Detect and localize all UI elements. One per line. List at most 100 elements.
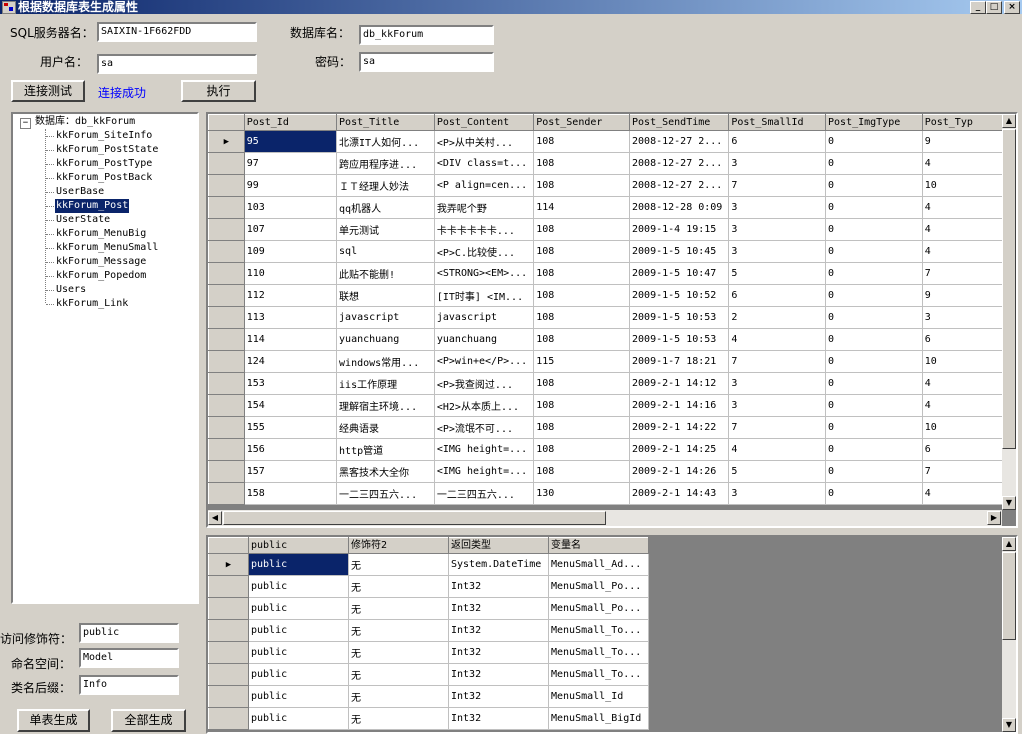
row-header[interactable] xyxy=(208,394,245,417)
table-cell[interactable]: 2009-2-1 14:22 xyxy=(629,416,730,439)
table-cell[interactable]: 110 xyxy=(244,262,338,285)
column-header[interactable]: Post_Title xyxy=(336,114,435,131)
table-cell[interactable]: 黑客技术大全你 xyxy=(336,460,435,483)
table-cell[interactable]: sql xyxy=(336,240,435,263)
table-row[interactable]: ▶ public 无 System.DateTime MenuSmall_Ad... xyxy=(208,553,649,576)
table-cell[interactable]: 99 xyxy=(244,174,338,197)
table-cell[interactable]: 107 xyxy=(244,218,338,241)
table-cell[interactable]: 2009-1-5 10:53 xyxy=(629,306,730,329)
table-cell[interactable]: 0 xyxy=(825,482,923,505)
table-cell[interactable]: 95 xyxy=(244,130,338,153)
row-header[interactable] xyxy=(208,350,245,373)
table-cell[interactable]: 一二三四五六... xyxy=(434,482,535,505)
table-cell[interactable]: 157 xyxy=(244,460,338,483)
table-cell[interactable]: windows常用... xyxy=(336,350,435,373)
table-cell[interactable]: 3 xyxy=(728,394,827,417)
table-cell[interactable]: MenuSmall_To... xyxy=(548,619,649,642)
table-cell[interactable]: qq机器人 xyxy=(336,196,435,219)
table-cell[interactable]: MenuSmall_To... xyxy=(548,663,649,686)
table-cell[interactable]: MenuSmall_Id xyxy=(548,685,649,708)
table-row[interactable]: 97 跨应用程序进... <DIV class=t... 108 2008-12-27 … xyxy=(208,152,1016,175)
tree-node[interactable]: kkForum_PostState xyxy=(55,143,159,157)
tree-node[interactable]: kkForum_MenuSmall xyxy=(55,241,159,255)
table-cell[interactable]: 108 xyxy=(533,438,631,461)
table-cell[interactable]: Int32 xyxy=(448,663,549,686)
row-header[interactable] xyxy=(208,262,245,285)
table-cell[interactable]: 5 xyxy=(728,460,827,483)
table-cell[interactable]: <IMG height=... xyxy=(434,438,535,461)
table-cell[interactable]: MenuSmall_Ad... xyxy=(548,553,649,576)
row-header[interactable] xyxy=(208,707,249,730)
table-cell[interactable]: 7 xyxy=(728,174,827,197)
table-cell[interactable]: 2 xyxy=(728,306,827,329)
table-cell[interactable]: 2009-1-5 10:53 xyxy=(629,328,730,351)
table-cell[interactable]: 跨应用程序进... xyxy=(336,152,435,175)
table-row[interactable]: public 无 Int32 MenuSmall_Po... xyxy=(208,575,649,598)
row-header[interactable] xyxy=(208,240,245,263)
data-grid[interactable]: Post_Id Post_Title Post_Content Post_Sender… xyxy=(206,112,1018,528)
table-cell[interactable]: 3 xyxy=(728,218,827,241)
table-cell[interactable]: 0 xyxy=(825,460,923,483)
table-cell[interactable]: 108 xyxy=(533,130,631,153)
password-input[interactable]: sa xyxy=(359,52,494,72)
table-cell[interactable]: 无 xyxy=(348,553,449,576)
row-header[interactable] xyxy=(208,174,245,197)
table-cell[interactable]: Int32 xyxy=(448,707,549,730)
table-cell[interactable]: 2009-2-1 14:12 xyxy=(629,372,730,395)
table-cell[interactable]: <DIV class=t... xyxy=(434,152,535,175)
table-cell[interactable]: 0 xyxy=(825,262,923,285)
table-cell[interactable]: 103 xyxy=(244,196,338,219)
row-header[interactable] xyxy=(208,438,245,461)
table-tree[interactable]: − 数据库：db_kkForum kkForum_SiteInfo kkForum… xyxy=(11,112,199,604)
table-cell[interactable]: 无 xyxy=(348,619,449,642)
table-row[interactable]: 155 经典语录 <P>流氓不可... 108 2009-2-1 14:22 7 0 10 xyxy=(208,416,1016,439)
table-cell[interactable]: yuanchuang xyxy=(336,328,435,351)
row-header[interactable] xyxy=(208,196,245,219)
row-header[interactable] xyxy=(208,575,249,598)
table-cell[interactable]: 3 xyxy=(728,152,827,175)
single-table-button[interactable]: 单表生成 xyxy=(17,709,90,732)
execute-button[interactable]: 执行 xyxy=(181,80,256,102)
close-button[interactable]: × xyxy=(1004,1,1020,14)
table-cell[interactable]: 无 xyxy=(348,707,449,730)
table-cell[interactable]: 3 xyxy=(728,372,827,395)
table-cell[interactable]: 108 xyxy=(533,416,631,439)
table-cell[interactable]: 无 xyxy=(348,663,449,686)
table-cell[interactable]: <P>我查阅过... xyxy=(434,372,535,395)
table-row[interactable]: 124 windows常用... <P>win+e</P>... 115 2009-1-… xyxy=(208,350,1016,373)
table-cell[interactable]: 108 xyxy=(533,262,631,285)
table-cell[interactable]: 经典语录 xyxy=(336,416,435,439)
table-cell[interactable]: 4 xyxy=(728,438,827,461)
namespace-input[interactable]: Model xyxy=(79,648,179,668)
table-cell[interactable]: 6 xyxy=(728,284,827,307)
table-cell[interactable]: 155 xyxy=(244,416,338,439)
table-cell[interactable]: <P align=cen... xyxy=(434,174,535,197)
tree-root[interactable]: 数据库：db_kkForum xyxy=(35,115,135,129)
table-cell[interactable]: 0 xyxy=(825,328,923,351)
table-cell[interactable]: public xyxy=(248,575,349,598)
scroll-left-icon[interactable]: ◀ xyxy=(208,511,222,525)
table-cell[interactable]: Int32 xyxy=(448,619,549,642)
suffix-input[interactable]: Info xyxy=(79,675,179,695)
column-header[interactable]: 修饰符2 xyxy=(348,537,449,554)
row-header[interactable] xyxy=(208,663,249,686)
table-cell[interactable]: 0 xyxy=(825,372,923,395)
table-cell[interactable]: 一二三四五六... xyxy=(336,482,435,505)
table-cell[interactable]: 114 xyxy=(533,196,631,219)
table-cell[interactable]: 108 xyxy=(533,174,631,197)
vscroll-thumb[interactable] xyxy=(1002,552,1016,640)
table-cell[interactable]: 2009-1-5 10:52 xyxy=(629,284,730,307)
table-cell[interactable]: 154 xyxy=(244,394,338,417)
user-input[interactable]: sa xyxy=(97,54,257,74)
minimize-button[interactable]: _ xyxy=(970,1,986,14)
properties-grid[interactable]: public 修饰符2 返回类型 变量名 ▶ public 无 System.DateTim… xyxy=(206,535,1018,734)
table-row[interactable]: 109 sql <P>C.比较使... 108 2009-1-5 10:45 3 0 4 xyxy=(208,240,1016,263)
table-cell[interactable]: System.DateTime xyxy=(448,553,549,576)
table-cell[interactable]: 108 xyxy=(533,218,631,241)
table-cell[interactable]: 0 xyxy=(825,196,923,219)
table-cell[interactable]: 无 xyxy=(348,575,449,598)
table-cell[interactable]: 2008-12-28 0:09 xyxy=(629,196,730,219)
table-row[interactable]: 110 此贴不能删! <STRONG><EM>... 108 2009-1-5 10:4… xyxy=(208,262,1016,285)
row-header[interactable] xyxy=(208,416,245,439)
table-cell[interactable]: 2009-1-4 19:15 xyxy=(629,218,730,241)
